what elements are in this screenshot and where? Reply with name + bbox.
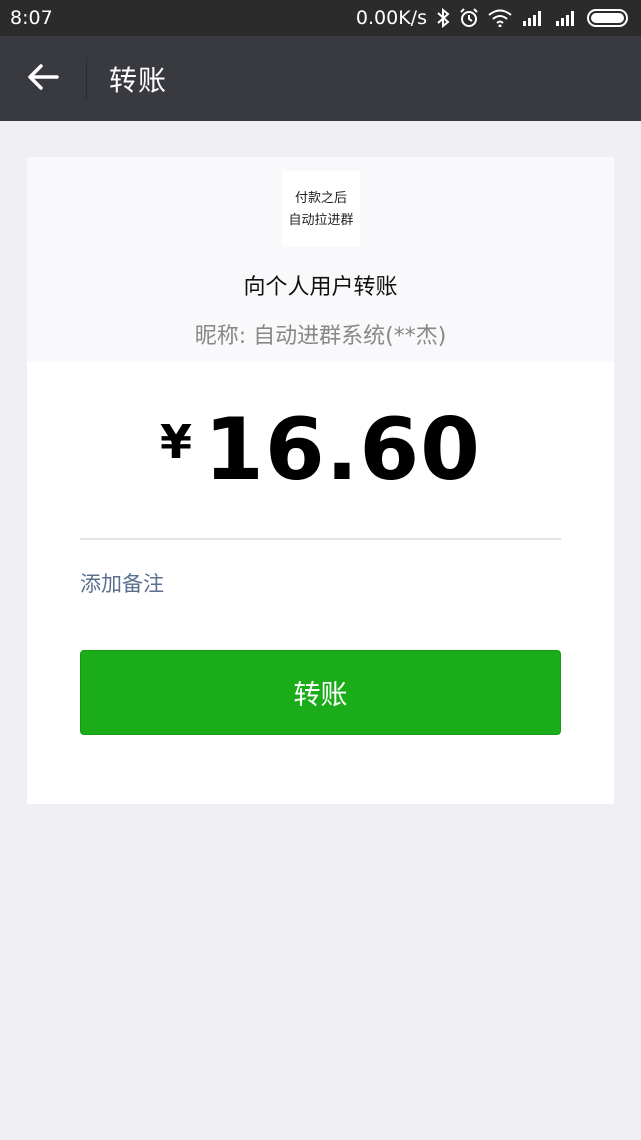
transfer-card: 付款之后 自动拉进群 向个人用户转账 昵称: 自动进群系统(**杰) ¥ 16.… xyxy=(27,157,614,804)
alarm-icon xyxy=(459,8,479,28)
avatar[interactable]: 付款之后 自动拉进群 xyxy=(282,171,360,247)
transfer-button[interactable]: 转账 xyxy=(80,650,561,735)
avatar-text-line2: 自动拉进群 xyxy=(288,212,354,228)
status-bar: 8:07 0.00K/s xyxy=(0,0,641,36)
signal-icon xyxy=(554,10,578,26)
recipient-section: 付款之后 自动拉进群 向个人用户转账 昵称: 自动进群系统(**杰) xyxy=(27,157,614,362)
nav-divider xyxy=(86,57,87,100)
status-time: 8:07 xyxy=(10,7,53,29)
amount-underline xyxy=(80,538,561,540)
recipient-type-label: 向个人用户转账 xyxy=(243,275,398,300)
network-speed: 0.00K/s xyxy=(355,7,427,29)
arrow-left-icon xyxy=(27,63,59,95)
currency-symbol: ¥ xyxy=(159,415,192,469)
add-note-link[interactable]: 添加备注 xyxy=(80,568,164,598)
signal-icon xyxy=(521,10,545,26)
status-icons: 0.00K/s xyxy=(356,7,631,29)
amount-display[interactable]: ¥ 16.60 xyxy=(27,407,614,493)
wifi-icon xyxy=(488,9,512,27)
recipient-nickname: 昵称: 自动进群系统(**杰) xyxy=(194,324,447,349)
back-button[interactable] xyxy=(0,36,86,121)
bluetooth-icon xyxy=(436,8,450,28)
amount-value: 16.60 xyxy=(203,400,482,500)
battery-icon xyxy=(587,9,631,27)
avatar-text-line1: 付款之后 xyxy=(294,190,347,206)
nav-bar: 转账 xyxy=(0,36,641,121)
page-title: 转账 xyxy=(109,63,168,97)
